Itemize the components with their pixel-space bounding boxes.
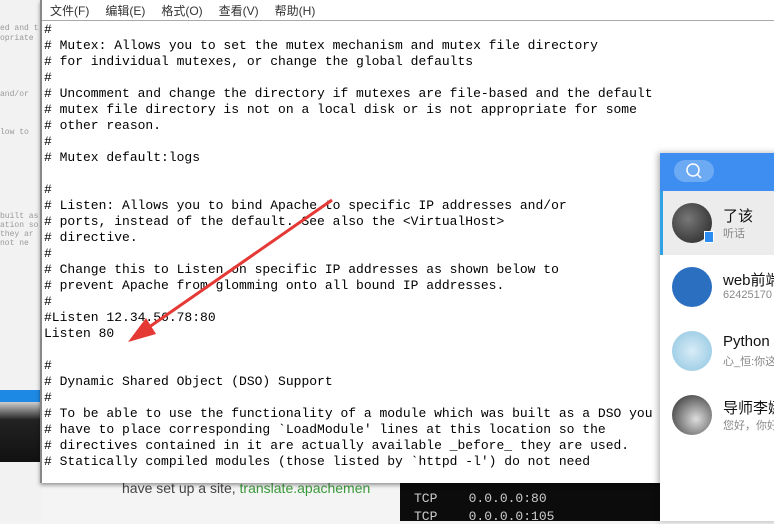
menu-bar: 文件(F) 编辑(E) 格式(O) 查看(V) 帮助(H) [42, 0, 774, 21]
chat-name: 了该 [723, 208, 754, 225]
text-line: # Mutex: Allows you to set the mutex mec… [44, 38, 598, 53]
menu-help[interactable]: 帮助(H) [267, 0, 324, 20]
text-line: # for individual mutexes, or change the … [44, 54, 474, 69]
bg-fragment: and/or [0, 90, 29, 99]
terminal-line: TCP 0.0.0.0:80 [414, 491, 547, 506]
search-button[interactable] [674, 160, 714, 182]
bg-fragment: not ne [0, 239, 29, 248]
bg-fragment: opriate [0, 34, 34, 43]
bg-taskbar [0, 402, 42, 462]
bg-fragment: ation so [0, 221, 39, 230]
text-line: # other reason. [44, 118, 162, 133]
text-line: # [44, 134, 52, 149]
bg-selection-bar [0, 390, 42, 402]
menu-edit[interactable]: 编辑(E) [97, 0, 153, 20]
bg-fragment: low to [0, 128, 29, 137]
chat-item[interactable]: web前端 62425170 [660, 255, 774, 319]
avatar [672, 395, 712, 435]
chat-panel: 了该 听话 web前端 62425170 Python 心_恒:你这 导师李娜 … [660, 153, 774, 521]
avatar [672, 331, 712, 371]
chat-item[interactable]: 导师李娜 您好，你好 [660, 383, 774, 447]
menu-format[interactable]: 格式(O) [153, 0, 210, 20]
text-line: # mutex file directory is not on a local… [44, 102, 637, 117]
text-line: # Uncomment and change the directory if … [44, 86, 653, 101]
chat-item[interactable]: 了该 听话 [660, 191, 774, 255]
chat-header [660, 153, 774, 191]
chat-name: Python [723, 333, 770, 350]
bg-fragment: built as [0, 212, 39, 221]
chat-name: 导师李娜 [723, 400, 774, 417]
chat-message: 听话 [723, 228, 745, 240]
terminal-line: TCP 0.0.0.0:105 [414, 509, 555, 524]
text-line: # [44, 22, 52, 37]
terminal-window: TCP 0.0.0.0:70 TCP 0.0.0.0:80 TCP 0.0.0.… [400, 472, 662, 524]
chat-message: 心_恒:你这 [723, 356, 774, 368]
menu-file[interactable]: 文件(F) [42, 0, 97, 20]
search-icon [686, 163, 702, 179]
chat-item[interactable]: Python 心_恒:你这 [660, 319, 774, 383]
chat-name: web前端 [723, 272, 774, 289]
phone-status-icon [704, 231, 714, 243]
chat-message: 您好，你好 [723, 420, 774, 432]
chat-message: 62425170 [723, 289, 772, 301]
background-window: ed and t opriate and/or low to built as … [0, 0, 42, 521]
text-line: # [44, 70, 52, 85]
bg-fragment: ed and t [0, 24, 39, 33]
menu-view[interactable]: 查看(V) [211, 0, 267, 20]
avatar [672, 267, 712, 307]
bg-fragment: they ar [0, 230, 34, 239]
